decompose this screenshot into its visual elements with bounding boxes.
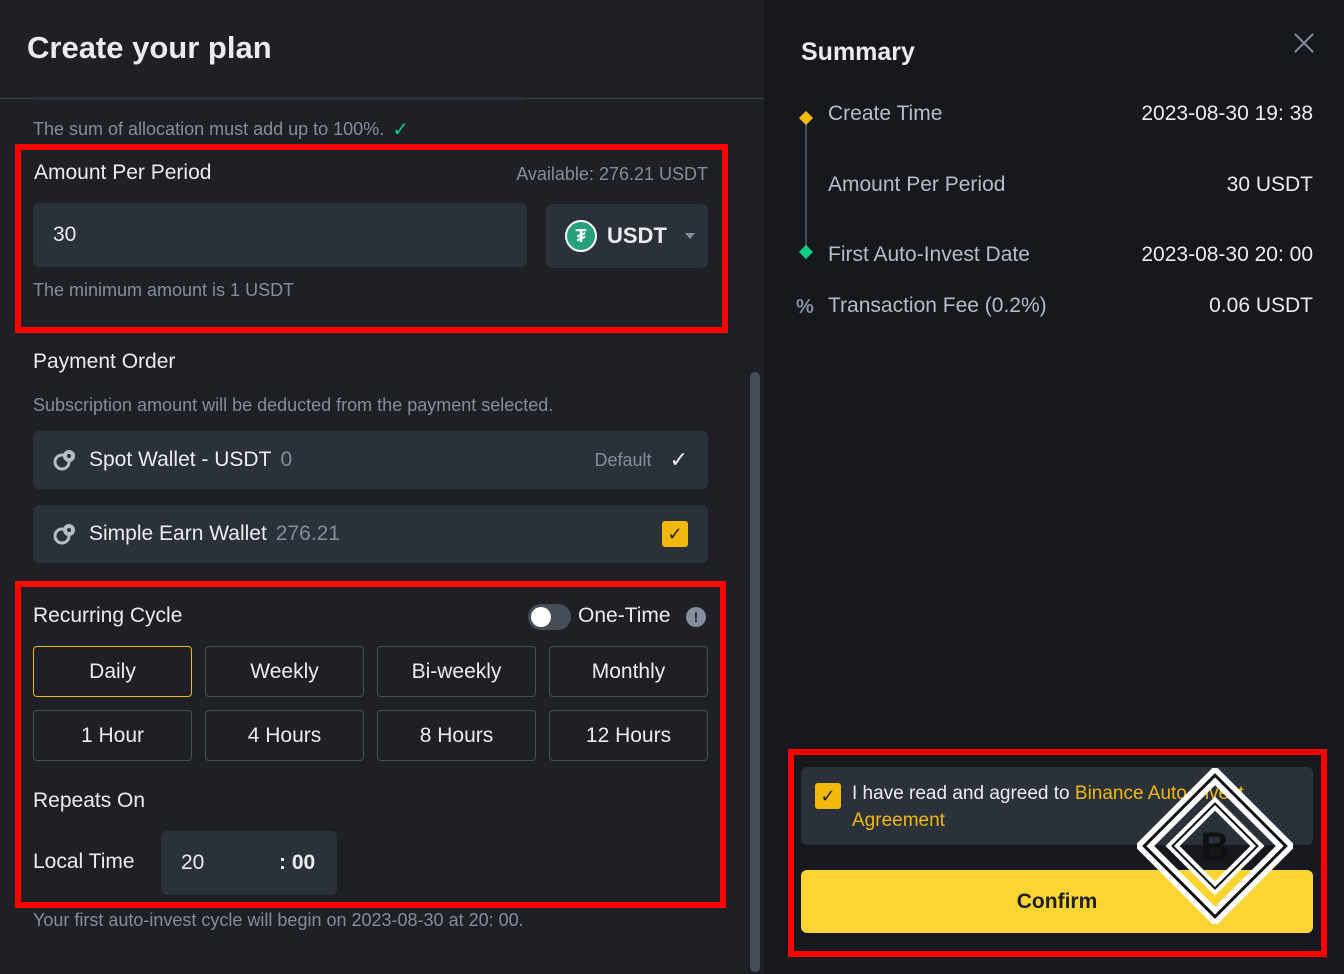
local-time-input[interactable]: 20 : 00 [161,831,337,895]
wallet-name: Simple Earn Wallet [89,522,267,545]
wallet-icon [53,450,75,471]
toggle-knob [531,607,551,627]
cycle-option-1-hour[interactable]: 1 Hour [33,710,192,761]
cycle-option-weekly[interactable]: Weekly [205,646,364,697]
timeline-line [805,122,807,252]
available-balance: Available: 276.21 USDT [516,164,708,184]
summary-label-first-date: First Auto-Invest Date [828,243,1030,266]
watermark-logo: B [1137,768,1293,924]
wallet-icon [53,524,75,545]
amount-value: 30 [53,223,77,246]
allocation-note-text: The sum of allocation must add up to 100… [33,119,385,139]
checkmark-icon: ✓ [669,447,688,472]
summary-panel: Summary Create Time 2023-08-30 19: 38 Am… [764,0,1344,974]
timeline-end-icon [798,244,814,260]
cycle-option-biweekly[interactable]: Bi-weekly [377,646,536,697]
currency-select[interactable]: ₮ USDT [546,204,708,268]
summary-value-amount: 30 USDT [1226,173,1313,196]
check-icon: ✓ [392,119,409,141]
wallet-option-simple-earn[interactable]: Simple Earn Wallet 276.21 ✓ [33,505,708,563]
allocation-note: The sum of allocation must add up to 100… [33,117,409,142]
hour-value[interactable]: 20 [181,851,204,875]
close-icon[interactable] [1291,30,1317,56]
local-time-label: Local Time [33,850,135,873]
wallet-balance: 0 [280,448,293,471]
summary-value-fee: 0.06 USDT [1209,294,1313,317]
payment-order-label: Payment Order [33,350,176,373]
checkbox-checked-icon[interactable]: ✓ [662,521,688,547]
currency-label: USDT [607,223,667,248]
watermark-letter: B [1201,825,1230,869]
first-cycle-note: Your first auto-invest cycle will begin … [33,910,524,930]
cycle-option-8-hours[interactable]: 8 Hours [377,710,536,761]
summary-value-first-date: 2023-08-30 20: 00 [1141,243,1313,266]
amount-label: Amount Per Period [34,161,212,184]
summary-label-create-time: Create Time [828,102,943,125]
one-time-label: One-Time [578,604,671,627]
default-badge: Default [594,449,652,470]
wallet-name: Spot Wallet - USDT [89,448,272,471]
cycle-option-12-hours[interactable]: 12 Hours [549,710,708,761]
cycle-option-monthly[interactable]: Monthly [549,646,708,697]
timeline-start-icon [798,110,814,126]
info-icon[interactable]: ! [686,607,706,627]
chevron-down-icon [684,233,695,239]
summary-value-create-time: 2023-08-30 19: 38 [1141,102,1313,125]
payment-order-note: Subscription amount will be deducted fro… [33,395,554,415]
create-plan-panel: Create your plan The sum of allocation m… [0,0,764,974]
wallet-option-spot[interactable]: Spot Wallet - USDT 0 Default ✓ [33,431,708,489]
panel-header: Create your plan [0,0,764,99]
percent-icon: % [796,296,814,318]
minimum-amount-note: The minimum amount is 1 USDT [33,280,295,300]
cycle-option-4-hours[interactable]: 4 Hours [205,710,364,761]
amount-input[interactable]: 30 [33,203,527,267]
cycle-option-daily[interactable]: Daily [33,646,192,697]
page-title: Create your plan [27,30,272,65]
tether-icon: ₮ [565,220,597,252]
one-time-toggle[interactable] [528,604,571,630]
minute-value[interactable]: : 00 [279,851,315,875]
repeats-on-label: Repeats On [33,789,146,812]
summary-title: Summary [801,38,915,66]
summary-label-fee: Transaction Fee (0.2%) [828,294,1047,317]
agreement-checkbox[interactable]: ✓ [815,783,841,809]
agreement-prefix: I have read and agreed to [852,783,1075,804]
summary-label-amount: Amount Per Period [828,173,1006,196]
wallet-balance: 276.21 [275,522,341,545]
allocation-slider-remnant [34,97,524,100]
scrollbar-thumb[interactable] [750,372,760,972]
recurring-cycle-label: Recurring Cycle [33,604,183,627]
